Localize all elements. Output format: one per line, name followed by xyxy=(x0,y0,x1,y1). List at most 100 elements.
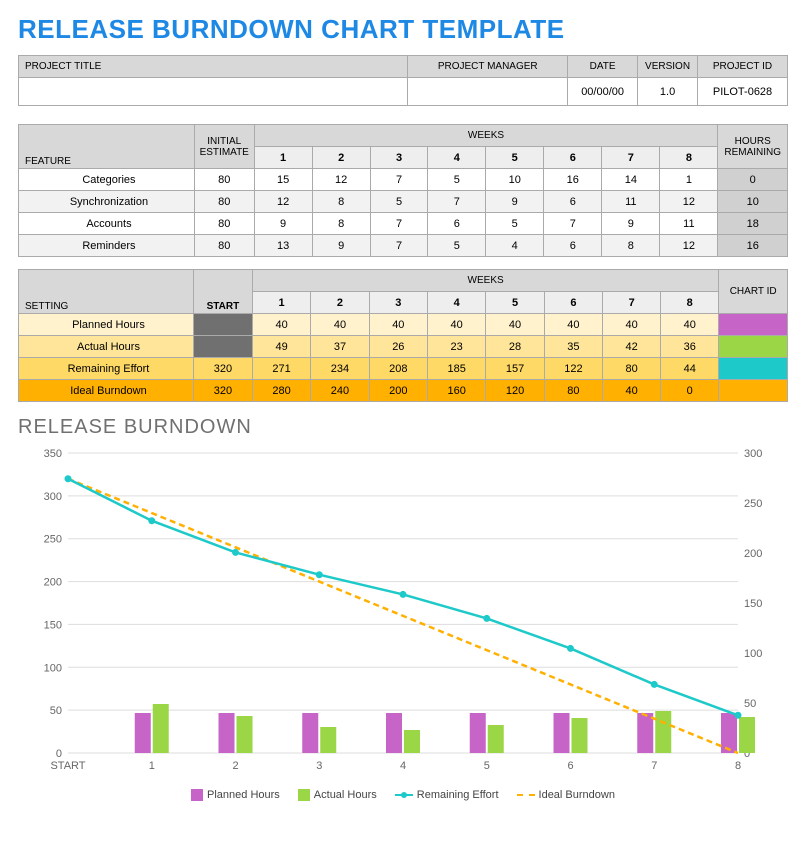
legend-remaining: Remaining Effort xyxy=(395,789,499,801)
legend-planned: Planned Hours xyxy=(191,789,280,801)
week-value: 12 xyxy=(660,235,718,257)
feature-name: Categories xyxy=(19,169,195,191)
week-value: 122 xyxy=(544,358,602,380)
week-value: 42 xyxy=(603,336,661,358)
point-remaining xyxy=(651,681,658,688)
week-value: 11 xyxy=(602,191,660,213)
bar-planned xyxy=(386,713,402,753)
bar-planned xyxy=(470,713,486,753)
week-value: 12 xyxy=(312,169,370,191)
bar-planned xyxy=(302,713,318,753)
week-value: 7 xyxy=(428,191,486,213)
svg-text:6: 6 xyxy=(567,760,573,772)
week-7: 7 xyxy=(603,292,661,314)
initial-estimate: 80 xyxy=(194,235,254,257)
week-value: 11 xyxy=(660,213,718,235)
week-value: 40 xyxy=(544,314,602,336)
week-value: 1 xyxy=(660,169,718,191)
week-value: 12 xyxy=(660,191,718,213)
week-value: 80 xyxy=(603,358,661,380)
svg-text:5: 5 xyxy=(484,760,490,772)
table-row: Accounts8098765791118 xyxy=(19,213,788,235)
week-value: 0 xyxy=(661,380,719,402)
week-5: 5 xyxy=(486,292,544,314)
week-value: 15 xyxy=(254,169,312,191)
week-value: 7 xyxy=(370,235,428,257)
th-version: VERSION xyxy=(638,56,698,78)
feature-name: Synchronization xyxy=(19,191,195,213)
bar-actual xyxy=(237,716,253,753)
svg-text:7: 7 xyxy=(651,760,657,772)
week-value: 9 xyxy=(312,235,370,257)
week-value: 10 xyxy=(486,169,544,191)
table-row: Ideal Burndown32028024020016012080400 xyxy=(19,380,788,402)
point-remaining xyxy=(65,475,72,482)
week-1: 1 xyxy=(252,292,310,314)
week-value: 36 xyxy=(661,336,719,358)
week-value: 40 xyxy=(486,314,544,336)
chart-id-swatch xyxy=(719,380,788,402)
bar-actual xyxy=(320,727,336,753)
val-project-manager[interactable] xyxy=(408,78,568,106)
week-value: 240 xyxy=(311,380,369,402)
week-value: 37 xyxy=(311,336,369,358)
week-value: 8 xyxy=(312,213,370,235)
th-start: START xyxy=(193,270,252,314)
bar-actual xyxy=(572,718,588,753)
table-row: Remaining Effort320271234208185157122804… xyxy=(19,358,788,380)
bar-actual xyxy=(404,730,420,753)
week-value: 9 xyxy=(254,213,312,235)
th-project-manager: PROJECT MANAGER xyxy=(408,56,568,78)
week-value: 7 xyxy=(370,169,428,191)
svg-text:2: 2 xyxy=(232,760,238,772)
val-project-title[interactable] xyxy=(19,78,408,106)
week-value: 7 xyxy=(370,213,428,235)
svg-text:200: 200 xyxy=(744,548,762,560)
val-date[interactable]: 00/00/00 xyxy=(568,78,638,106)
svg-text:350: 350 xyxy=(44,448,62,460)
week-6: 6 xyxy=(544,147,602,169)
week-3: 3 xyxy=(370,147,428,169)
svg-text:START: START xyxy=(50,760,85,772)
svg-text:4: 4 xyxy=(400,760,406,772)
point-remaining xyxy=(567,645,574,652)
week-value: 13 xyxy=(254,235,312,257)
point-remaining xyxy=(483,615,490,622)
start-value: 320 xyxy=(193,380,252,402)
week-value: 49 xyxy=(252,336,310,358)
week-value: 23 xyxy=(428,336,486,358)
svg-text:100: 100 xyxy=(44,662,62,674)
week-value: 40 xyxy=(603,314,661,336)
burndown-chart: 050100150200250300350050100150200250300S… xyxy=(18,443,788,803)
table-row: Categories8015127510161410 xyxy=(19,169,788,191)
th-weeks-group: WEEKS xyxy=(254,125,718,147)
week-1: 1 xyxy=(254,147,312,169)
svg-text:250: 250 xyxy=(744,498,762,510)
point-remaining xyxy=(232,549,239,556)
week-value: 9 xyxy=(602,213,660,235)
initial-estimate: 80 xyxy=(194,213,254,235)
week-value: 40 xyxy=(661,314,719,336)
week-value: 120 xyxy=(486,380,544,402)
hours-remaining: 0 xyxy=(718,169,788,191)
val-version[interactable]: 1.0 xyxy=(638,78,698,106)
point-remaining xyxy=(400,591,407,598)
bar-planned xyxy=(554,713,570,753)
week-value: 185 xyxy=(428,358,486,380)
week-value: 16 xyxy=(544,169,602,191)
week-4: 4 xyxy=(428,147,486,169)
week-value: 28 xyxy=(486,336,544,358)
feature-name: Reminders xyxy=(19,235,195,257)
bar-planned xyxy=(637,713,653,753)
week-value: 160 xyxy=(428,380,486,402)
week-value: 200 xyxy=(369,380,427,402)
val-project-id[interactable]: PILOT-0628 xyxy=(698,78,788,106)
initial-estimate: 80 xyxy=(194,169,254,191)
th-weeks-group2: WEEKS xyxy=(252,270,718,292)
week-value: 14 xyxy=(602,169,660,191)
week-6: 6 xyxy=(544,292,602,314)
svg-text:150: 150 xyxy=(744,598,762,610)
week-8: 8 xyxy=(660,147,718,169)
table-row: Synchronization801285796111210 xyxy=(19,191,788,213)
setting-name: Planned Hours xyxy=(19,314,194,336)
